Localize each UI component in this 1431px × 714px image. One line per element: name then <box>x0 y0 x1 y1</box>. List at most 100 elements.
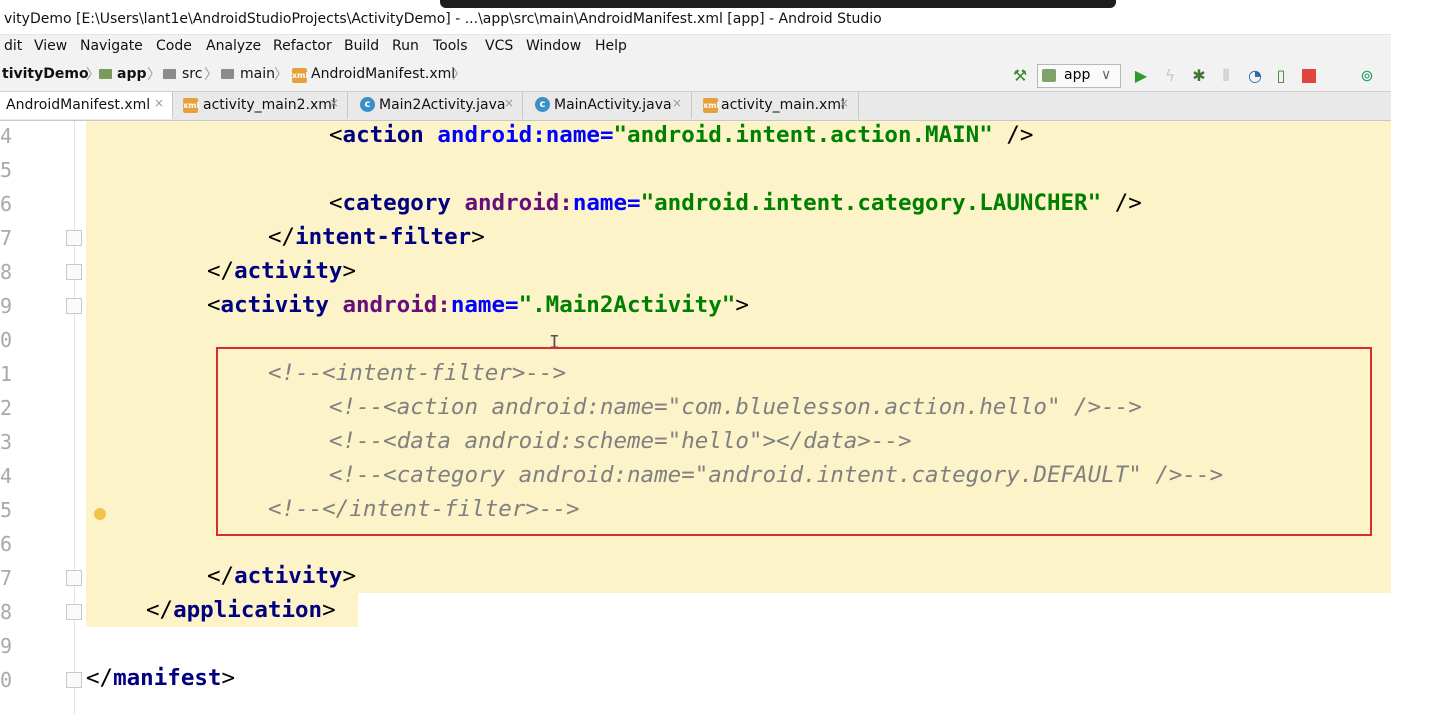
tab-activity-main2[interactable]: xml activity_main2.xml × <box>173 92 348 119</box>
breadcrumb-main[interactable]: main <box>240 66 275 82</box>
code-punct: > <box>471 224 485 250</box>
layout-xml-icon: xml <box>183 98 199 113</box>
tab-mainactivity[interactable]: c MainActivity.java × <box>523 92 692 119</box>
attach-debugger-icon[interactable]: ▯ <box>1270 65 1292 87</box>
profile-icon[interactable]: ◔ <box>1244 65 1266 87</box>
chevron-down-icon: ∨ <box>1101 67 1112 83</box>
module-icon <box>99 69 112 79</box>
menu-bar: dit View Navigate Code Analyze Refactor … <box>0 35 1391 61</box>
breadcrumb-file[interactable]: AndroidManifest.xml <box>311 66 455 82</box>
layout-xml-icon: xml <box>703 98 719 113</box>
apply-changes-icon[interactable]: ϟ <box>1159 65 1181 87</box>
line-number: 6 <box>0 532 13 556</box>
java-class-icon: c <box>360 97 375 112</box>
menu-tools[interactable]: Tools <box>433 38 468 54</box>
close-icon[interactable]: × <box>839 96 849 110</box>
code-line: </manifest> <box>86 665 235 691</box>
code-line: <action android:name="android.intent.act… <box>329 122 1033 148</box>
close-icon[interactable]: × <box>504 96 514 110</box>
code-punct: </ <box>146 597 174 623</box>
fold-end-icon[interactable] <box>66 230 82 246</box>
android-app-icon <box>1042 69 1056 82</box>
line-number: 3 <box>0 430 13 454</box>
sync-gradle-icon[interactable]: ⊚ <box>1356 65 1378 87</box>
code-line: </intent-filter> <box>268 224 485 250</box>
code-string: "android.intent.action.MAIN" <box>613 122 993 148</box>
code-namespace: android: <box>342 292 451 318</box>
code-punct: = <box>627 190 641 216</box>
code-namespace: android: <box>437 122 546 148</box>
menu-analyze[interactable]: Analyze <box>206 38 261 54</box>
line-number: 4 <box>0 464 13 488</box>
line-number: 4 <box>0 124 13 148</box>
run-icon[interactable]: ▶ <box>1130 65 1152 87</box>
breadcrumb-separator: 〉 <box>274 67 288 83</box>
code-punct: > <box>221 665 236 691</box>
run-configuration-select[interactable]: app ∨ <box>1037 64 1121 88</box>
code-punct: < <box>329 122 343 148</box>
line-number: 0 <box>0 328 13 352</box>
title-bar: vityDemo [E:\Users\lant1e\AndroidStudioP… <box>0 0 1391 35</box>
debug-icon[interactable]: ✱ <box>1188 65 1210 87</box>
fold-end-icon[interactable] <box>66 570 82 586</box>
navigation-bar: tivityDemo 〉 app 〉 src 〉 main 〉 xml Andr… <box>0 61 1391 92</box>
breadcrumb-separator: 〉 <box>452 67 466 83</box>
code-line: <category android:name="android.intent.c… <box>329 190 1142 216</box>
code-namespace: android: <box>464 190 573 216</box>
code-line: <activity android:name=".Main2Activity"> <box>207 292 749 318</box>
breadcrumb-app[interactable]: app <box>117 66 147 82</box>
menu-view[interactable]: View <box>34 38 67 54</box>
line-number: 1 <box>0 362 13 386</box>
tab-label: activity_main2.xml <box>203 97 336 113</box>
code-tag: activity <box>234 258 343 284</box>
code-punct: = <box>599 122 614 148</box>
fold-end-icon[interactable] <box>66 672 82 688</box>
code-line: </activity> <box>207 258 356 284</box>
make-project-icon[interactable]: ⚒ <box>1009 65 1031 87</box>
window-shadow <box>440 0 1116 8</box>
line-number: 9 <box>0 294 13 318</box>
menu-window[interactable]: Window <box>526 38 581 54</box>
code-string: "android.intent.category.LAUNCHER" <box>640 190 1102 216</box>
close-icon[interactable]: × <box>672 96 682 110</box>
menu-vcs[interactable]: VCS <box>485 38 513 54</box>
code-punct: </ <box>207 563 235 589</box>
fold-start-icon[interactable] <box>66 298 82 314</box>
menu-navigate[interactable]: Navigate <box>80 38 143 54</box>
code-punct: /> <box>1101 190 1142 216</box>
stop-icon[interactable] <box>1298 65 1320 87</box>
run-configuration-label: app <box>1064 67 1091 83</box>
coverage-icon[interactable]: ⫴ <box>1215 65 1237 87</box>
menu-code[interactable]: Code <box>156 38 192 54</box>
breadcrumb-project[interactable]: tivityDemo <box>2 66 89 82</box>
code-tag: application <box>173 597 323 623</box>
line-number: 5 <box>0 158 13 182</box>
menu-run[interactable]: Run <box>392 38 419 54</box>
code-string: ".Main2Activity" <box>518 292 736 318</box>
code-attribute: name <box>572 190 628 216</box>
code-punct: < <box>207 292 221 318</box>
code-punct: > <box>342 563 357 589</box>
line-number: 8 <box>0 260 13 284</box>
code-punct: = <box>505 292 519 318</box>
tab-androidmanifest[interactable]: AndroidManifest.xml × <box>0 92 173 119</box>
tab-activity-main[interactable]: xml activity_main.xml × <box>692 92 859 119</box>
code-attribute: name <box>450 292 506 318</box>
fold-end-icon[interactable] <box>66 264 82 280</box>
menu-help[interactable]: Help <box>595 38 627 54</box>
line-number: 5 <box>0 498 13 522</box>
menu-build[interactable]: Build <box>344 38 379 54</box>
menu-refactor[interactable]: Refactor <box>273 38 332 54</box>
fold-end-icon[interactable] <box>66 604 82 620</box>
close-icon[interactable]: × <box>329 96 339 110</box>
code-punct: /> <box>992 122 1034 148</box>
breadcrumb-src[interactable]: src <box>182 66 202 82</box>
folder-icon <box>163 69 176 79</box>
lightbulb-icon[interactable] <box>94 508 106 520</box>
code-tag: activity <box>234 563 343 589</box>
breadcrumb-separator: 〉 <box>147 67 161 83</box>
close-icon[interactable]: × <box>154 96 164 110</box>
tab-main2activity[interactable]: c Main2Activity.java × <box>348 92 523 119</box>
tab-label: activity_main.xml <box>721 97 845 113</box>
menu-edit[interactable]: dit <box>4 38 22 54</box>
